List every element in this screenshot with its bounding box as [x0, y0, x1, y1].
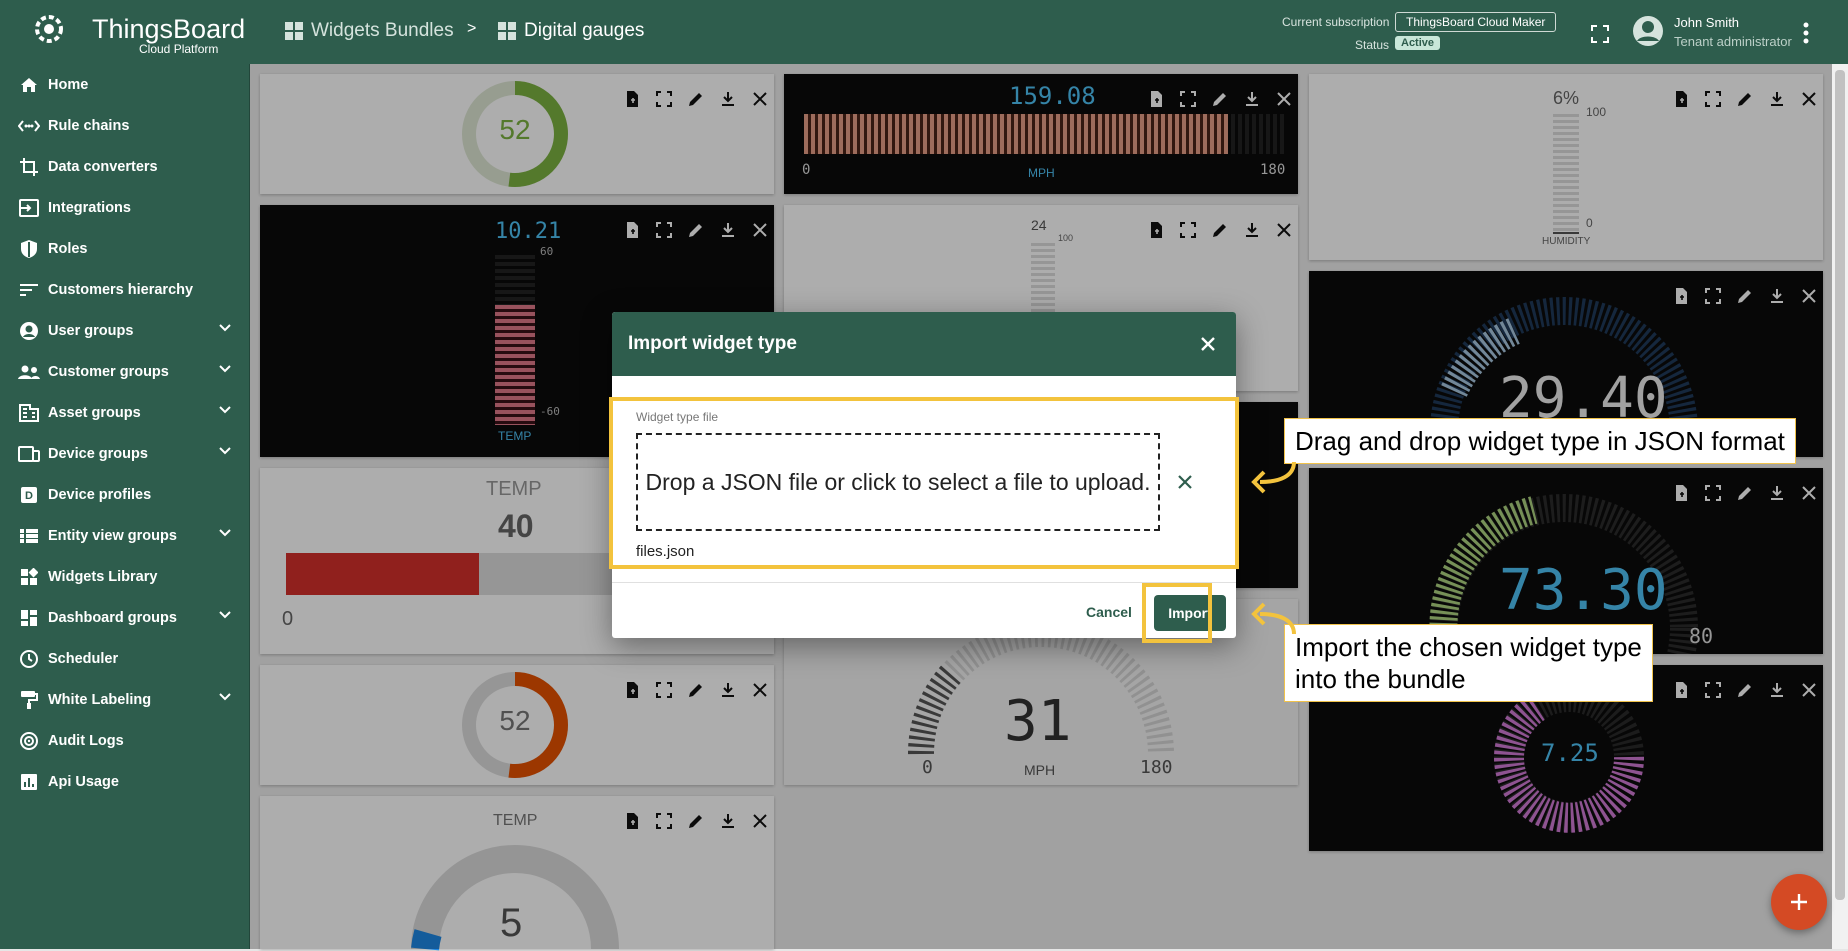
sidebar-item-widgets-library[interactable]: Widgets Library [0, 556, 249, 597]
sidebar-item-customers-hierarchy[interactable]: Customers hierarchy [0, 269, 249, 310]
sidebar-item-data-converters[interactable]: Data converters [0, 146, 249, 187]
arrow-icon [1251, 461, 1296, 494]
sidebar-item-label: User groups [48, 322, 134, 339]
sidebar-item-label: Home [48, 76, 89, 93]
sidebar-item-label: Roles [48, 240, 88, 257]
entity-view-icon [18, 525, 40, 547]
sidebar-item-label: White Labeling [48, 691, 152, 708]
sidebar-item-home[interactable]: Home [0, 64, 249, 105]
sidebar-item-entity-view-groups[interactable]: Entity view groups [0, 515, 249, 556]
sidebar-item-label: Asset groups [48, 404, 141, 421]
top-bar: ThingsBoard Cloud Platform Widgets Bundl… [0, 0, 1848, 64]
sidebar-item-label: Dashboard groups [48, 609, 177, 626]
sidebar-item-white-labeling[interactable]: White Labeling [0, 679, 249, 720]
audit-icon [18, 730, 40, 752]
dialog-title: Import widget type [628, 333, 797, 354]
sidebar-item-user-groups[interactable]: User groups [0, 310, 249, 351]
callout-text: Drag and drop widget type in JSON format [1295, 426, 1785, 456]
hierarchy-icon [18, 279, 40, 301]
shield-icon [18, 238, 40, 260]
cancel-button[interactable]: Cancel [1086, 604, 1132, 620]
breadcrumb-separator: > [467, 20, 477, 37]
sidebar-item-label: Widgets Library [48, 568, 158, 585]
sidebar-item-device-groups[interactable]: Device groups [0, 433, 249, 474]
close-icon[interactable] [1200, 336, 1216, 352]
avatar[interactable] [1632, 15, 1664, 47]
chart-icon [18, 771, 40, 793]
breadcrumb-widgets-bundles[interactable]: Widgets Bundles [285, 20, 454, 42]
sidebar-item-device-profiles[interactable]: D Device profiles [0, 474, 249, 515]
sidebar-item-label: Device profiles [48, 486, 152, 503]
chevron-down-icon[interactable] [219, 324, 231, 332]
asset-icon [18, 402, 40, 424]
sidebar-item-label: Scheduler [48, 650, 119, 667]
sidebar-item-label: Device groups [48, 445, 148, 462]
more-vert-icon[interactable] [1803, 22, 1809, 44]
callout-drag-drop: Drag and drop widget type in JSON format [1284, 418, 1796, 464]
status-label: Status [1355, 38, 1390, 52]
logo-title[interactable]: ThingsBoard [92, 14, 245, 45]
sidebar-item-label: Data converters [48, 158, 158, 175]
arrow-icon [1251, 602, 1296, 635]
user-role: Tenant administrator [1674, 34, 1792, 49]
sidebar-item-label: Rule chains [48, 117, 130, 134]
chevron-down-icon[interactable] [219, 611, 231, 619]
breadcrumb-label: Digital gauges [524, 20, 645, 41]
sidebar-item-rule-chains[interactable]: Rule chains [0, 105, 249, 146]
sidebar-item-label: Audit Logs [48, 732, 124, 749]
breadcrumb-label: Widgets Bundles [311, 20, 454, 41]
sidebar-item-label: Integrations [48, 199, 131, 216]
sidebar-item-api-usage[interactable]: Api Usage [0, 761, 249, 802]
svg-text:D: D [25, 490, 33, 502]
sidebar-item-dashboard-groups[interactable]: Dashboard groups [0, 597, 249, 638]
thingsboard-logo-icon [35, 15, 63, 43]
clock-icon [18, 648, 40, 670]
sidebar-item-label: Entity view groups [48, 527, 177, 544]
logo-subtitle: Cloud Platform [139, 42, 219, 56]
integration-icon [18, 197, 40, 219]
callout-text-line1: Import the chosen widget type [1295, 632, 1642, 662]
sidebar-item-label: Customers hierarchy [48, 281, 194, 298]
chevron-down-icon[interactable] [219, 406, 231, 414]
chevron-down-icon[interactable] [219, 529, 231, 537]
converter-icon [18, 156, 40, 178]
callout-import: Import the chosen widget type into the b… [1284, 624, 1653, 702]
user-icon [18, 320, 40, 342]
highlight-import-button [1142, 583, 1212, 643]
plus-icon [1791, 894, 1807, 910]
sidebar-item-label: Api Usage [48, 773, 119, 790]
chevron-down-icon[interactable] [219, 693, 231, 701]
widgets-icon [285, 22, 303, 40]
sidebar-item-roles[interactable]: Roles [0, 228, 249, 269]
device-profile-icon: D [18, 484, 40, 506]
group-icon [18, 361, 40, 383]
breadcrumb-digital-gauges: Digital gauges [498, 20, 644, 42]
subscription-label: Current subscription [1282, 15, 1390, 29]
dashboard-icon [18, 607, 40, 629]
chevron-down-icon[interactable] [219, 365, 231, 373]
callout-text-line2: into the bundle [1295, 664, 1466, 694]
widgets-icon [498, 22, 516, 40]
chevron-down-icon[interactable] [219, 447, 231, 455]
home-icon [18, 74, 40, 96]
sidebar-item-scheduler[interactable]: Scheduler [0, 638, 249, 679]
subscription-value[interactable]: ThingsBoard Cloud Maker [1395, 12, 1557, 32]
user-name: John Smith [1674, 15, 1740, 30]
sidebar: Home Rule chains Data converters Integra… [0, 64, 250, 949]
widgets-icon [18, 566, 40, 588]
scrollbar-thumb[interactable] [1835, 70, 1845, 900]
device-icon [18, 443, 40, 465]
paint-icon [18, 689, 40, 711]
sidebar-item-integrations[interactable]: Integrations [0, 187, 249, 228]
add-widget-button[interactable] [1771, 874, 1827, 930]
sidebar-item-label: Customer groups [48, 363, 169, 380]
highlight-file-field [609, 397, 1239, 569]
sidebar-item-customer-groups[interactable]: Customer groups [0, 351, 249, 392]
status-badge: Active [1395, 36, 1441, 50]
sidebar-item-asset-groups[interactable]: Asset groups [0, 392, 249, 433]
fullscreen-icon[interactable] [1590, 24, 1610, 44]
sidebar-item-audit-logs[interactable]: Audit Logs [0, 720, 249, 761]
dialog-header: Import widget type [612, 312, 1236, 376]
rule-chain-icon [18, 115, 40, 137]
